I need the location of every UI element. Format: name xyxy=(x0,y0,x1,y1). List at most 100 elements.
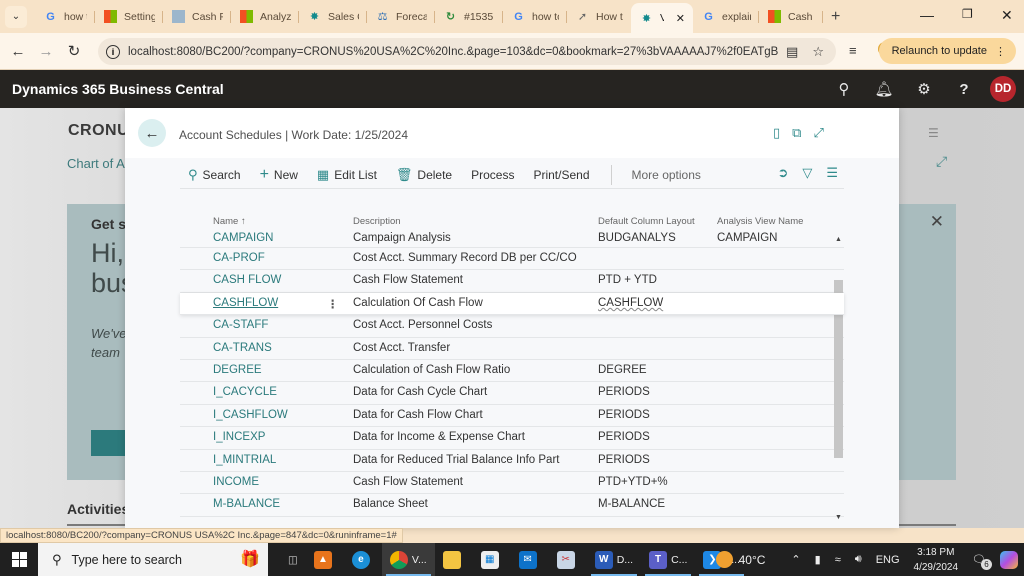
search-icon[interactable]: ⚲ xyxy=(824,80,864,98)
table-row[interactable]: I_CACYCLE Data for Cash Cycle Chart PERIOD… xyxy=(180,382,844,405)
share-icon[interactable]: ➲ xyxy=(777,165,788,181)
table-row[interactable]: I_INCEXP Data for Income & Expense Chart P… xyxy=(180,427,844,450)
cell-name[interactable]: INCOME xyxy=(213,476,259,488)
list-view-icon[interactable]: ☰ xyxy=(826,165,838,181)
browser-tab-active[interactable]: ✸View✕ xyxy=(631,3,693,33)
filter-icon[interactable]: ▽ xyxy=(802,165,812,181)
back-icon[interactable]: ← xyxy=(4,43,32,60)
table-row[interactable]: CA-STAFF Cost Acct. Personnel Costs xyxy=(180,315,844,338)
url-text[interactable]: localhost:8080/BC200/?company=CRONUS%20U… xyxy=(128,46,778,58)
taskbar-app[interactable]: ▲ xyxy=(306,543,344,576)
language-indicator[interactable]: ENG xyxy=(876,554,900,566)
browser-tab[interactable]: Analyze xyxy=(231,3,299,31)
cell-name[interactable]: CAMPAIGN xyxy=(213,232,274,244)
table-row[interactable]: CAMPAIGN Campaign Analysis BUDGANALYS CAMPA… xyxy=(180,232,844,248)
taskbar-app[interactable]: ✉ xyxy=(511,543,549,576)
browser-tab[interactable]: ➚How to xyxy=(567,3,631,31)
taskbar-app[interactable]: ▦ xyxy=(473,543,511,576)
cell-name[interactable]: I_CASHFLOW xyxy=(213,409,288,421)
new-button[interactable]: + New xyxy=(260,166,298,184)
help-icon[interactable]: ? xyxy=(944,81,984,98)
more-options-button[interactable]: More options xyxy=(632,168,701,182)
browser-tab[interactable]: Cash Flow xyxy=(163,3,231,31)
browser-tab[interactable]: ⚖Forecast xyxy=(367,3,435,31)
taskbar-app-chrome[interactable]: V... xyxy=(381,543,435,576)
minimize-icon[interactable]: — xyxy=(920,7,934,23)
forward-icon[interactable]: → xyxy=(32,43,60,60)
bookmark-icon[interactable]: ▯ xyxy=(773,125,780,141)
browser-tab[interactable]: Settings xyxy=(95,3,163,31)
row-actions-menu-icon[interactable]: ⋮ xyxy=(327,297,339,311)
table-row[interactable]: CASH FLOW Cash Flow Statement PTD + YTD xyxy=(180,270,844,293)
reload-icon[interactable]: ↻ xyxy=(60,42,88,60)
table-row-selected[interactable]: CASHFLOW ⋮ Calculation Of Cash Flow CASHFLO… xyxy=(180,292,844,316)
taskbar-app[interactable]: ✂ xyxy=(549,543,587,576)
cell-name[interactable]: I_INCEXP xyxy=(213,431,265,443)
notifications-icon[interactable]: 🗨︎ 6 xyxy=(972,553,992,570)
relaunch-button[interactable]: Relaunch to update ⋮ xyxy=(878,38,1016,64)
table-row[interactable]: I_CASHFLOW Data for Cash Flow Chart PERIOD… xyxy=(180,405,844,428)
bell-icon[interactable]: 🔔︎ xyxy=(864,80,904,98)
table-row[interactable]: M-BALANCE Balance Sheet M-BALANCE xyxy=(180,494,844,517)
site-info-icon[interactable]: i xyxy=(106,44,120,59)
weather-widget[interactable]: 40°C xyxy=(715,551,765,568)
bookmark-star-icon[interactable]: ☆ xyxy=(812,44,824,60)
taskbar-search[interactable]: ⚲ Type here to search 🎁 xyxy=(38,543,268,576)
taskbar-app[interactable]: e xyxy=(344,543,382,576)
volume-icon[interactable]: 🔊︎ xyxy=(855,553,862,566)
address-bar[interactable]: i localhost:8080/BC200/?company=CRONUS%2… xyxy=(98,38,836,65)
close-window-icon[interactable]: ✕ xyxy=(1001,7,1013,24)
taskbar-app-teams[interactable]: T C... xyxy=(641,543,695,576)
taskbar-app[interactable] xyxy=(435,543,473,576)
vertical-scrollbar[interactable]: ▲ ▼ xyxy=(833,236,844,521)
expand-icon[interactable]: ⤢ xyxy=(813,125,823,141)
restore-icon[interactable]: ❐ xyxy=(962,7,973,21)
column-header-description[interactable]: Description xyxy=(353,216,401,227)
avatar[interactable]: DD xyxy=(990,76,1016,102)
cell-name[interactable]: I_MINTRIAL xyxy=(213,454,276,466)
cell-name[interactable]: CA-TRANS xyxy=(213,342,272,354)
cell-name[interactable]: CA-PROF xyxy=(213,252,265,264)
clock[interactable]: 3:18 PM 4/29/2024 xyxy=(914,545,959,575)
close-tab-icon[interactable]: ✕ xyxy=(676,12,685,25)
edit-list-button[interactable]: ▦ Edit List xyxy=(317,167,377,183)
browser-tab[interactable]: ✸Sales C xyxy=(299,3,367,31)
table-row[interactable]: INCOME Cash Flow Statement PTD+YTD+% xyxy=(180,472,844,495)
column-header-analysis-view-name[interactable]: Analysis View Name xyxy=(717,216,803,227)
column-header-name[interactable]: Name ↑ xyxy=(213,216,246,227)
browser-tab[interactable]: Cash Fl xyxy=(759,3,823,31)
wifi-icon[interactable]: ≈ xyxy=(835,554,841,566)
new-tab-button[interactable]: + xyxy=(831,8,840,26)
cell-name[interactable]: CASH FLOW xyxy=(213,274,281,286)
tab-search-button[interactable]: ⌄ xyxy=(5,5,27,28)
cell-name[interactable]: CA-STAFF xyxy=(213,319,268,331)
table-row[interactable]: DEGREE Calculation of Cash Flow Ratio DEGR… xyxy=(180,360,844,383)
browser-tab[interactable]: Gexplain xyxy=(693,3,759,31)
delete-button[interactable]: 🗑︎ Delete xyxy=(396,167,452,183)
scroll-down-icon[interactable]: ▼ xyxy=(835,514,842,521)
scroll-up-icon[interactable]: ▲ xyxy=(835,236,842,243)
copilot-icon[interactable] xyxy=(1000,550,1018,569)
task-view-button[interactable]: ◫ xyxy=(280,543,306,576)
cell-name[interactable]: CASHFLOW xyxy=(213,297,278,309)
table-row[interactable]: CA-PROF Cost Acct. Summary Record DB per … xyxy=(180,248,844,271)
column-header-default-column-layout[interactable]: Default Column Layout xyxy=(598,216,695,227)
table-row[interactable]: CA-TRANS Cost Acct. Transfer xyxy=(180,338,844,360)
battery-icon[interactable]: ▮ xyxy=(815,553,821,566)
install-app-icon[interactable]: ▤ xyxy=(786,44,798,60)
cell-name[interactable]: M-BALANCE xyxy=(213,498,280,510)
media-control-icon[interactable]: ≡ xyxy=(849,43,857,58)
open-new-window-icon[interactable]: ⧉ xyxy=(792,125,801,141)
browser-tab[interactable]: ↻ #1535 xyxy=(435,3,503,31)
search-button[interactable]: ⚲ Search xyxy=(188,167,241,183)
back-button[interactable]: ← xyxy=(138,119,166,147)
start-button[interactable] xyxy=(0,552,38,567)
cell-name[interactable]: I_CACYCLE xyxy=(213,386,277,398)
gear-icon[interactable]: ⚙ xyxy=(904,80,944,98)
browser-tab[interactable]: Ghow to xyxy=(35,3,95,31)
print-send-menu[interactable]: Print/Send xyxy=(533,168,589,182)
taskbar-app-word[interactable]: W D... xyxy=(587,543,641,576)
browser-tab[interactable]: Ghow to xyxy=(503,3,567,31)
show-hidden-icons[interactable]: ⌃ xyxy=(791,553,800,566)
cell-name[interactable]: DEGREE xyxy=(213,364,262,376)
